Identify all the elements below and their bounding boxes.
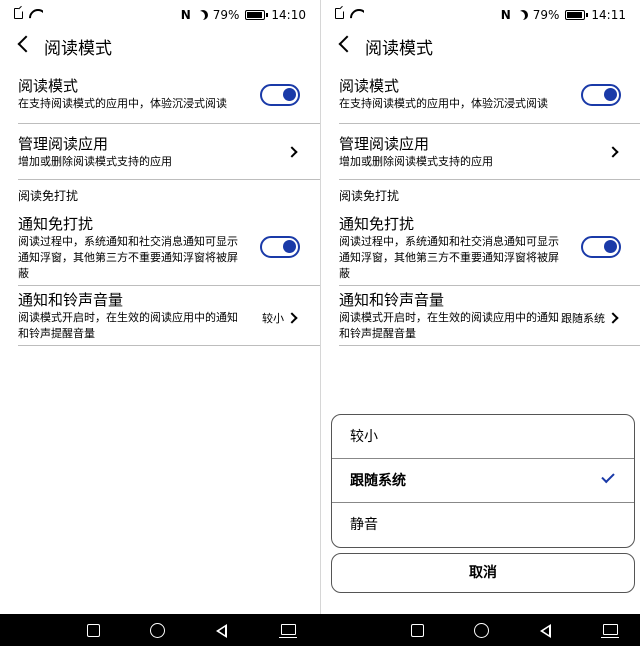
notify-dnd-toggle[interactable] [581,236,621,258]
option-mute[interactable]: 静音 [332,503,634,547]
option-label: 跟随系统 [350,473,406,489]
toggle-knob [604,88,617,101]
keyboard-icon[interactable] [601,624,619,638]
square-icon[interactable] [411,624,424,637]
notify-dnd-row[interactable]: 通知免打扰 阅读过程中，系统通知和社交消息通知可显示通知浮窗，其他第三方不重要通… [339,214,640,286]
option-label: 较小 [350,429,378,445]
ring-volume-value: 跟随系统 [561,312,605,325]
back-arrow-icon[interactable] [17,35,35,53]
nfc-icon: N [500,8,511,22]
notify-dnd-title: 通知免打扰 [18,215,94,233]
notify-dnd-desc: 阅读过程中，系统通知和社交消息通知可显示通知浮窗，其他第三方不重要通知浮窗将被屏… [339,235,559,280]
battery-icon [565,10,589,20]
toggle-knob [283,88,296,101]
moon-icon [515,11,525,21]
option-follow-system[interactable]: 跟随系统 [332,459,634,503]
ring-volume-row[interactable]: 通知和铃声音量 阅读模式开启时，在生效的阅读应用中的通知和铃声提醒音量 较小 [18,290,320,346]
clock: 14:10 [271,8,306,22]
toggle-knob [604,240,617,253]
manage-apps-desc: 增加或删除阅读模式支持的应用 [18,155,172,168]
manage-apps-title: 管理阅读应用 [339,135,430,153]
title-bar: 阅读模式 [321,30,640,62]
chevron-right-icon [286,312,298,324]
battery-icon [245,10,269,20]
volume-options-sheet: 较小 跟随系统 静音 [331,414,635,548]
nfc-icon: N [180,8,191,22]
reading-mode-desc: 在支持阅读模式的应用中，体验沉浸式阅读 [18,97,227,110]
chevron-right-icon [607,312,619,324]
toggle-knob [283,240,296,253]
reading-mode-desc: 在支持阅读模式的应用中，体验沉浸式阅读 [339,97,548,110]
manage-apps-title: 管理阅读应用 [18,135,109,153]
section-header: 阅读免打扰 [339,189,400,203]
notify-dnd-row[interactable]: 通知免打扰 阅读过程中，系统通知和社交消息通知可显示通知浮窗，其他第三方不重要通… [18,214,320,286]
ring-volume-desc: 阅读模式开启时，在生效的阅读应用中的通知和铃声提醒音量 [339,311,559,340]
home-circle-icon[interactable] [474,623,489,638]
clock: 14:11 [591,8,626,22]
sim-icon [14,8,23,19]
check-icon [601,469,615,484]
title-bar: 阅读模式 [0,30,320,62]
page-title: 阅读模式 [365,39,433,59]
home-circle-icon[interactable] [150,623,165,638]
navigation-bar [0,614,640,646]
ring-volume-title: 通知和铃声音量 [339,291,445,309]
section-header: 阅读免打扰 [18,189,79,203]
reading-mode-row[interactable]: 阅读模式 在支持阅读模式的应用中，体验沉浸式阅读 [339,76,640,124]
battery-percent: 79% [212,8,240,22]
back-triangle-icon[interactable] [540,624,551,638]
moon-icon [195,11,205,21]
manage-apps-row[interactable]: 管理阅读应用 增加或删除阅读模式支持的应用 [18,134,320,180]
reading-mode-row[interactable]: 阅读模式 在支持阅读模式的应用中，体验沉浸式阅读 [18,76,320,124]
reading-mode-toggle[interactable] [260,84,300,106]
manage-apps-desc: 增加或删除阅读模式支持的应用 [339,155,493,168]
back-arrow-icon[interactable] [338,35,356,53]
status-bar: N 79% 14:10 [0,0,320,30]
page-title: 阅读模式 [44,39,112,59]
option-small[interactable]: 较小 [332,415,634,459]
keyboard-icon[interactable] [279,624,297,638]
back-triangle-icon[interactable] [216,624,227,638]
cancel-button[interactable]: 取消 [331,553,635,593]
notify-dnd-title: 通知免打扰 [339,215,415,233]
wifi-icon [29,9,43,19]
sim-icon [335,8,344,19]
status-bar: N 79% 14:11 [321,0,640,30]
wifi-icon [350,9,364,19]
battery-fill [247,12,262,18]
reading-mode-toggle[interactable] [581,84,621,106]
manage-apps-row[interactable]: 管理阅读应用 增加或删除阅读模式支持的应用 [339,134,640,180]
notify-dnd-desc: 阅读过程中，系统通知和社交消息通知可显示通知浮窗，其他第三方不重要通知浮窗将被屏… [18,235,238,280]
ring-volume-title: 通知和铃声音量 [18,291,124,309]
ring-volume-desc: 阅读模式开启时，在生效的阅读应用中的通知和铃声提醒音量 [18,311,238,340]
left-screen: N 79% 14:10 阅读模式 阅读模式 在支持阅读模式的应用中，体验沉浸式阅… [0,0,320,614]
battery-fill [567,12,582,18]
ring-volume-value: 较小 [262,312,284,325]
notify-dnd-toggle[interactable] [260,236,300,258]
option-label: 静音 [350,517,378,533]
right-screen: N 79% 14:11 阅读模式 阅读模式 在支持阅读模式的应用中，体验沉浸式阅… [320,0,640,614]
battery-percent: 79% [532,8,560,22]
square-icon[interactable] [87,624,100,637]
ring-volume-row[interactable]: 通知和铃声音量 阅读模式开启时，在生效的阅读应用中的通知和铃声提醒音量 跟随系统 [339,290,640,346]
